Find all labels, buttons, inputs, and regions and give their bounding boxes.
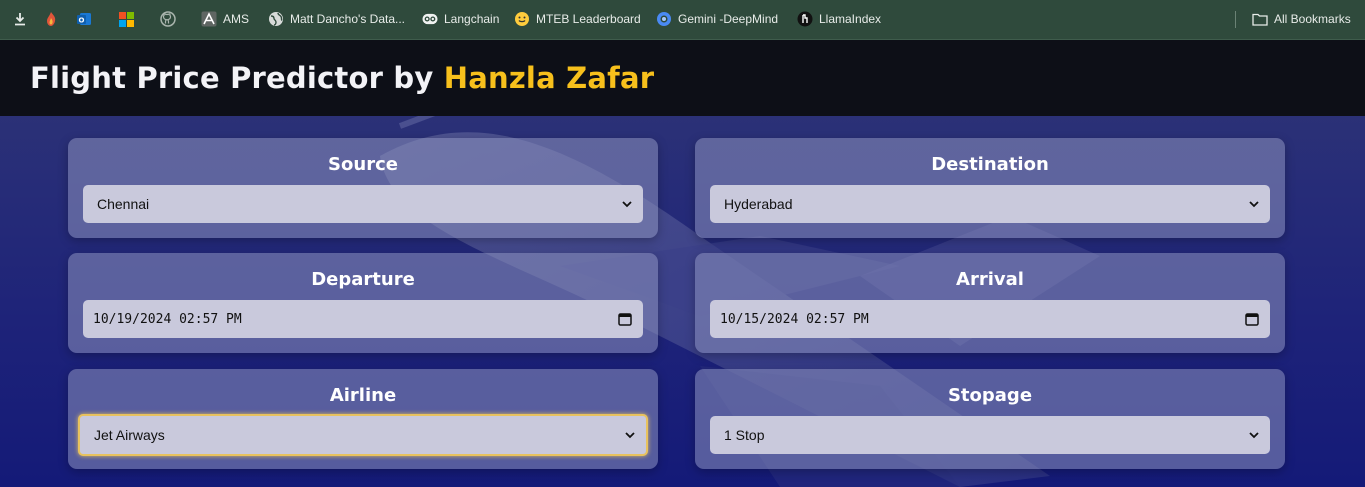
source-card: Source Chennai [68, 138, 658, 238]
source-value: Chennai [97, 196, 150, 212]
title-main: Flight Price Predictor by [30, 61, 444, 95]
bookmark-matt-dancho[interactable]: Matt Dancho's Data... [268, 10, 405, 28]
chevron-down-icon [625, 432, 635, 439]
destination-value: Hyderabad [724, 196, 793, 212]
calendar-icon[interactable] [1245, 312, 1259, 326]
airline-label: Airline [329, 385, 397, 406]
svg-text:O: O [79, 17, 85, 25]
bookmark-label: LlamaIndex [819, 12, 882, 26]
globe-icon [268, 11, 284, 27]
microsoft-icon[interactable] [118, 11, 134, 27]
departure-label: Departure [311, 269, 415, 290]
chevron-down-icon [1249, 201, 1259, 208]
folder-icon [1252, 11, 1268, 27]
flame-app-icon[interactable] [43, 11, 59, 27]
airline-select[interactable]: Jet Airways [78, 414, 648, 456]
bookmark-label: Matt Dancho's Data... [290, 12, 406, 26]
outlook-icon[interactable]: O [76, 11, 92, 27]
all-bookmarks-button[interactable]: All Bookmarks [1252, 10, 1351, 28]
destination-card: Destination Hyderabad [695, 138, 1285, 238]
airline-value: Jet Airways [94, 427, 165, 443]
airline-card: Airline Jet Airways [68, 369, 658, 469]
destination-select[interactable]: Hyderabad [710, 185, 1270, 223]
arrival-card: Arrival 10/15/2024 02:57 PM [695, 253, 1285, 353]
arrival-value: 10/15/2024 02:57 PM [720, 311, 869, 327]
chevron-down-icon [1249, 432, 1259, 439]
source-select[interactable]: Chennai [83, 185, 643, 223]
main-content: Source Chennai Destination Hyderabad Dep… [0, 116, 1365, 487]
bookmark-ams[interactable]: AMS [201, 10, 249, 28]
bookmark-langchain[interactable]: Langchain [422, 10, 499, 28]
bookmark-label: Langchain [444, 12, 500, 26]
arrival-label: Arrival [956, 269, 1024, 290]
page-title: Flight Price Predictor by Hanzla Zafar [30, 61, 654, 95]
page-header: Flight Price Predictor by Hanzla Zafar [0, 40, 1365, 116]
ams-icon [201, 11, 217, 27]
stopage-value: 1 Stop [724, 427, 765, 443]
stopage-label: Stopage [947, 385, 1033, 406]
bookmark-gemini[interactable]: Gemini -DeepMind [656, 10, 778, 28]
bookmark-label: AMS [223, 12, 250, 26]
bookmark-label: Gemini -DeepMind [678, 12, 779, 26]
arrival-datetime-input[interactable]: 10/15/2024 02:57 PM [710, 300, 1270, 338]
source-label: Source [328, 154, 398, 175]
stopage-select[interactable]: 1 Stop [710, 416, 1270, 454]
stopage-card: Stopage 1 Stop [695, 369, 1285, 469]
llama-icon [797, 11, 813, 27]
github-icon[interactable] [160, 11, 176, 27]
download-icon[interactable] [12, 11, 28, 27]
departure-card: Departure 10/19/2024 02:57 PM [68, 253, 658, 353]
bookmark-label: MTEB Leaderboard [536, 12, 641, 26]
langchain-icon [422, 11, 438, 27]
departure-datetime-input[interactable]: 10/19/2024 02:57 PM [83, 300, 643, 338]
bookmarks-separator [1235, 11, 1236, 28]
calendar-icon[interactable] [618, 312, 632, 326]
all-bookmarks-label: All Bookmarks [1274, 12, 1351, 26]
bookmarks-bar: O AMS Matt Dancho's Data... Langchain MT… [0, 0, 1365, 40]
gemini-icon [656, 11, 672, 27]
huggingface-icon [514, 11, 530, 27]
chevron-down-icon [622, 201, 632, 208]
title-author: Hanzla Zafar [443, 61, 655, 95]
departure-value: 10/19/2024 02:57 PM [93, 311, 242, 327]
destination-label: Destination [931, 154, 1049, 175]
bookmark-mteb[interactable]: MTEB Leaderboard [514, 10, 641, 28]
bookmark-llamaindex[interactable]: LlamaIndex [797, 10, 881, 28]
